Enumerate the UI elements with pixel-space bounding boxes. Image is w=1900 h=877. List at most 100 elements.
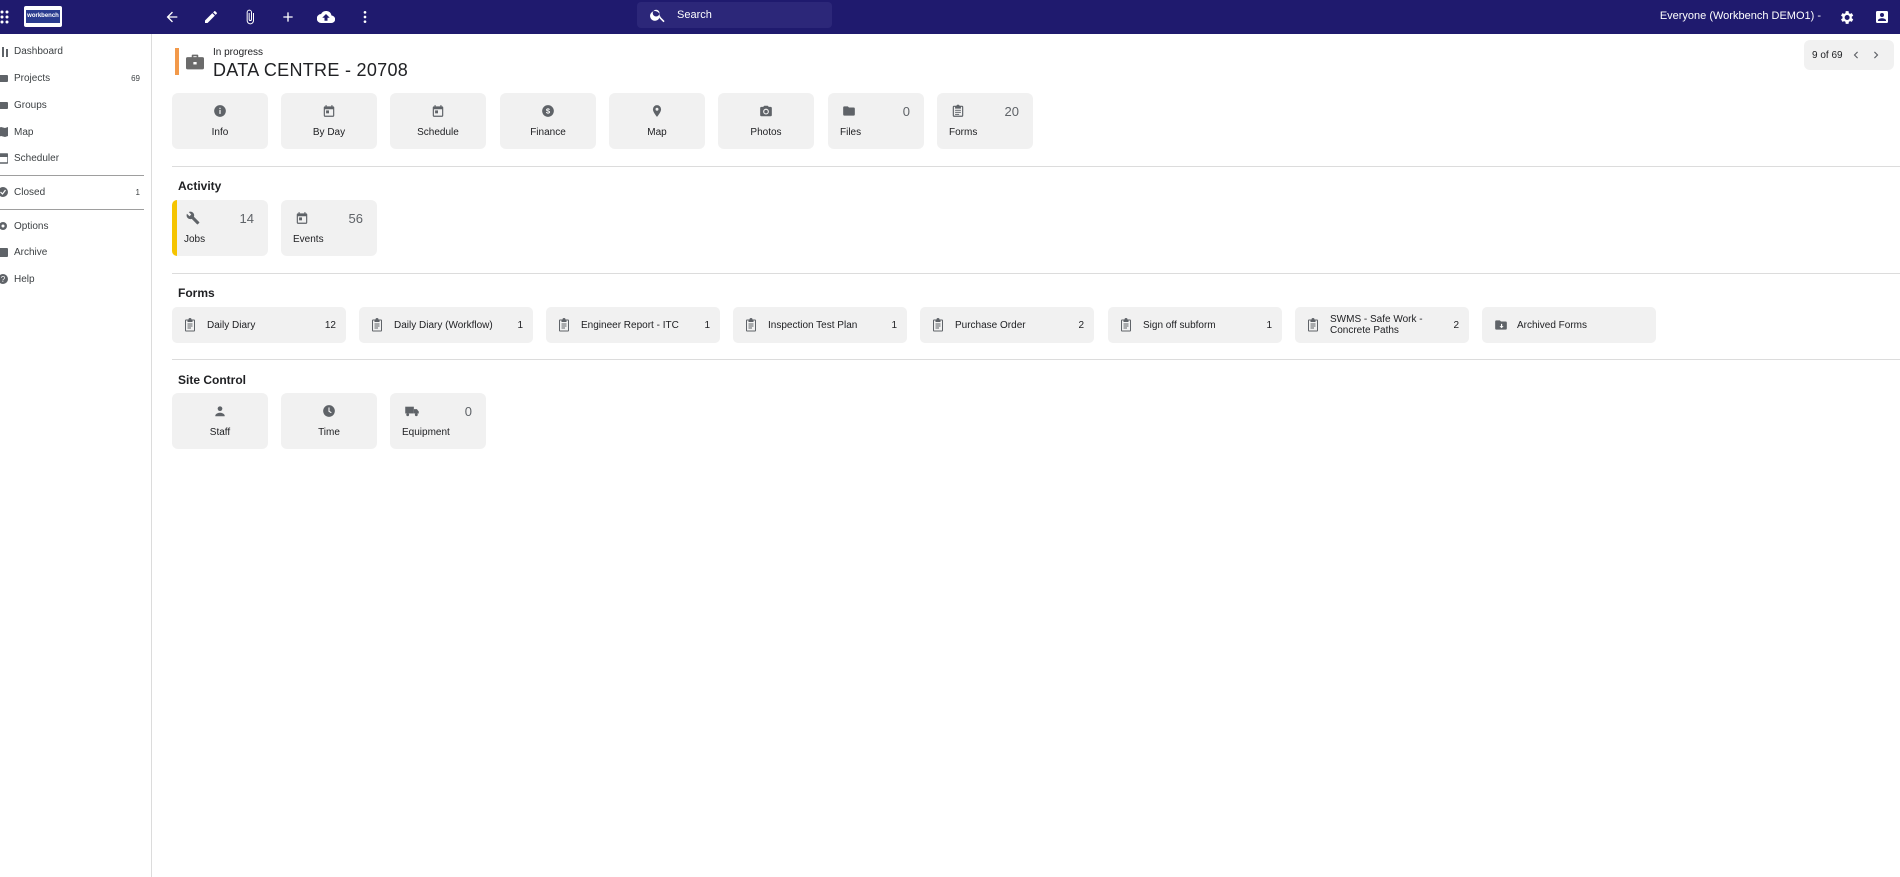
chevron-right-icon[interactable] (1869, 48, 1883, 62)
calendar-icon (431, 104, 445, 118)
sidebar-item-count: 69 (131, 73, 140, 83)
clipboard-icon (1120, 318, 1132, 332)
pencil-icon[interactable] (201, 7, 221, 27)
closed-icon (0, 186, 8, 198)
form-chip-sign-off-subform[interactable]: Sign off subform 1 (1108, 307, 1282, 343)
form-chip-count: 12 (324, 319, 336, 331)
form-chip-label: Daily Diary (Workflow) (394, 319, 493, 331)
sidebar-divider (0, 175, 144, 176)
calendar-icon (295, 211, 309, 225)
sidebar-item-help[interactable]: ? Help (0, 269, 150, 289)
page-title: DATA CENTRE - 20708 (213, 60, 409, 80)
sidebar-item-dashboard[interactable]: Dashboard (0, 41, 150, 61)
sidebar-item-closed[interactable]: Closed 1 (0, 182, 150, 202)
sidebar-item-label: Dashboard (14, 45, 63, 57)
clipboard-icon (932, 318, 944, 332)
tile-schedule[interactable]: Schedule (390, 93, 486, 149)
tile-info[interactable]: Info (172, 93, 268, 149)
form-chip-daily-diary[interactable]: Daily Diary 12 (172, 307, 346, 343)
jobs-accent-bar (172, 200, 177, 256)
section-title-site-control: Site Control (178, 373, 246, 387)
more-vert-icon[interactable] (355, 7, 375, 27)
form-chip-purchase-order[interactable]: Purchase Order 2 (920, 307, 1094, 343)
tile-label: Forms (949, 127, 978, 138)
search-box[interactable] (637, 2, 832, 28)
folder-icon (842, 104, 856, 118)
form-chip-inspection-test-plan[interactable]: Inspection Test Plan 1 (733, 307, 907, 343)
section-divider (172, 166, 1900, 167)
truck-icon (404, 404, 419, 418)
clipboard-icon (371, 318, 383, 332)
tile-label: Finance (530, 127, 566, 138)
tile-forms[interactable]: 20 Forms (937, 93, 1033, 149)
paperclip-icon[interactable] (240, 7, 260, 27)
back-arrow-icon[interactable] (162, 7, 182, 27)
form-chip-label: Daily Diary (207, 319, 256, 331)
form-chip-daily-diary-workflow[interactable]: Daily Diary (Workflow) 1 (359, 307, 533, 343)
search-input[interactable] (677, 9, 827, 21)
camera-icon (759, 104, 773, 118)
tile-time[interactable]: Time (281, 393, 377, 449)
sidebar-item-scheduler[interactable]: Scheduler (0, 148, 150, 168)
tile-events[interactable]: 56 Events (281, 200, 377, 256)
section-divider (172, 273, 1900, 274)
projects-icon (0, 72, 8, 84)
map-icon (0, 126, 8, 138)
sidebar-item-label: Groups (14, 99, 47, 111)
gear-icon[interactable] (1836, 7, 1856, 27)
logo[interactable]: workbench (24, 6, 62, 27)
person-icon (213, 404, 227, 418)
tile-label: Map (647, 127, 667, 138)
form-chip-engineer-report[interactable]: Engineer Report - ITC 1 (546, 307, 720, 343)
tile-label: Time (318, 427, 340, 438)
sidebar-item-map[interactable]: Map (0, 122, 150, 142)
sidebar-divider (0, 209, 144, 210)
form-chip-archived-forms[interactable]: Archived Forms (1482, 307, 1656, 343)
section-title-forms: Forms (178, 286, 215, 300)
sidebar-item-projects[interactable]: Projects 69 (0, 68, 150, 88)
form-chip-count: 1 (704, 319, 710, 331)
section-title-activity: Activity (178, 179, 222, 193)
top-app-bar: workbench Everyone (Workbench DEMO1) - (0, 0, 1900, 34)
tile-label: Equipment (402, 427, 450, 438)
form-chip-count: 1 (517, 319, 523, 331)
map-pin-icon (650, 104, 664, 118)
calendar-icon (0, 152, 8, 164)
tile-map[interactable]: Map (609, 93, 705, 149)
form-chip-count: 1 (1266, 319, 1272, 331)
cloud-upload-icon[interactable] (316, 7, 336, 27)
tile-by-day[interactable]: By Day (281, 93, 377, 149)
wrench-icon (186, 211, 200, 225)
project-status: In progress (213, 47, 264, 58)
chevron-left-icon[interactable] (1849, 48, 1863, 62)
workspace-selector[interactable]: Everyone (Workbench DEMO1) - (1660, 10, 1821, 22)
tile-files[interactable]: 0 Files (828, 93, 924, 149)
logo-text: workbench (26, 10, 60, 23)
plus-icon[interactable] (278, 7, 298, 27)
tile-jobs[interactable]: 14 Jobs (172, 200, 268, 256)
tile-label: Schedule (417, 127, 459, 138)
tile-staff[interactable]: Staff (172, 393, 268, 449)
clipboard-icon (951, 104, 965, 118)
account-box-icon[interactable] (1872, 7, 1892, 27)
form-chip-label: Inspection Test Plan (768, 319, 858, 331)
tile-count: 14 (239, 211, 254, 226)
clipboard-icon (558, 318, 570, 332)
record-pager: 9 of 69 (1804, 40, 1894, 70)
apps-icon[interactable] (0, 9, 14, 25)
sidebar-item-options[interactable]: Options (0, 216, 150, 236)
sidebar-item-archive[interactable]: Archive (0, 242, 150, 262)
tile-equipment[interactable]: 0 Equipment (390, 393, 486, 449)
sidebar-item-groups[interactable]: Groups (0, 95, 150, 115)
tile-finance[interactable]: $ Finance (500, 93, 596, 149)
form-chip-count: 2 (1453, 319, 1459, 331)
sidebar: Dashboard Projects 69 Groups Map Schedul… (0, 34, 152, 877)
tile-label: Staff (209, 427, 231, 438)
form-chip-swms-safe-work[interactable]: SWMS - Safe Work - Concrete Paths 2 (1295, 307, 1469, 343)
sidebar-item-count: 1 (135, 187, 140, 197)
tile-photos[interactable]: Photos (718, 93, 814, 149)
info-icon (213, 104, 227, 118)
sidebar-item-label: Archive (14, 246, 48, 258)
status-indicator (175, 48, 179, 75)
clipboard-icon (745, 318, 757, 332)
